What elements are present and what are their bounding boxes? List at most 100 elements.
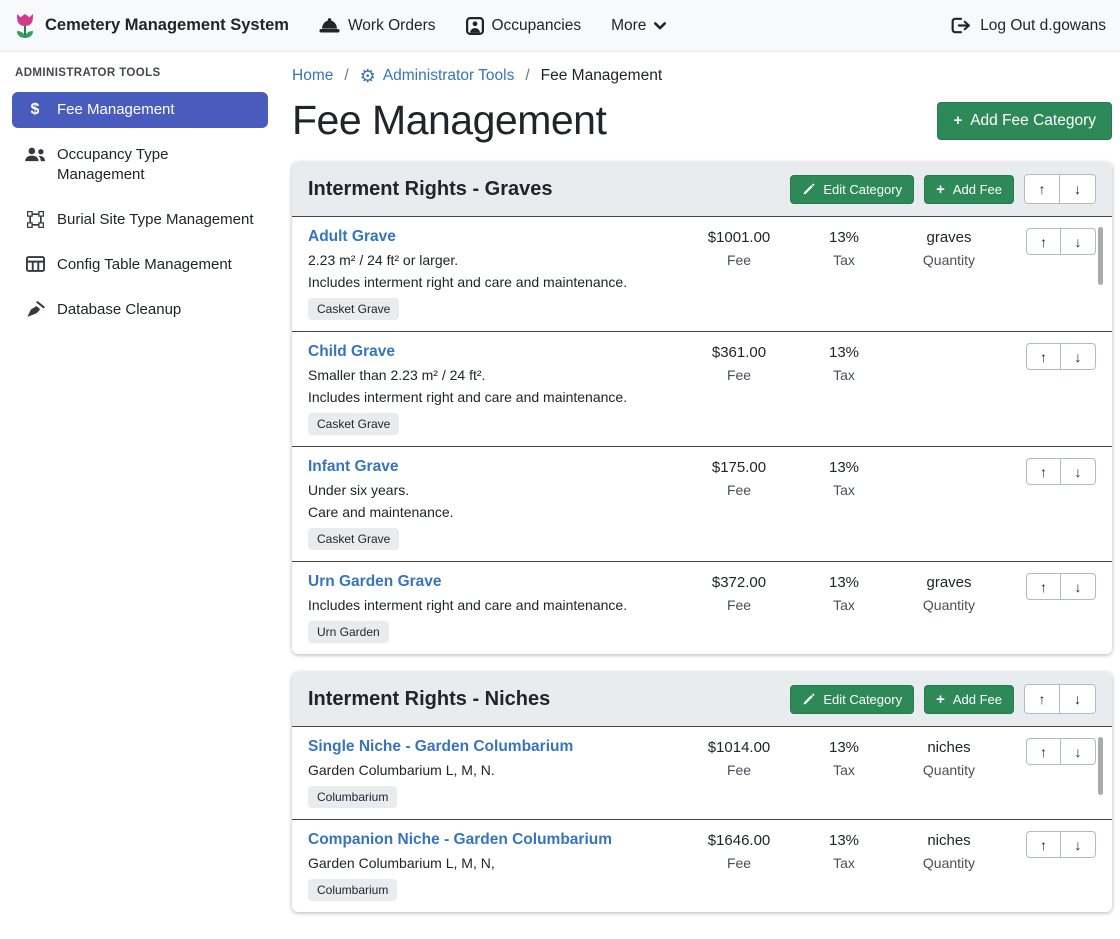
app-brand-link[interactable]: Cemetery Management System: [14, 13, 289, 39]
tax-value: 13%: [829, 832, 859, 849]
arrow-down-icon: ↓: [1075, 234, 1082, 250]
category-reorder-buttons: ↑ ↓: [1024, 684, 1096, 714]
scrollbar-thumb[interactable]: [1098, 737, 1103, 795]
page-title: Fee Management: [292, 97, 606, 144]
fee-name-link[interactable]: Companion Niche - Garden Columbarium: [308, 831, 612, 849]
fee-amount: $1014.00: [708, 739, 771, 756]
gear-icon: ⚙: [360, 67, 376, 85]
fee-label: Fee: [727, 482, 751, 498]
fee-category-card: Interment Rights - Niches Edit Category …: [292, 672, 1112, 912]
move-fee-up-button[interactable]: ↑: [1026, 343, 1061, 370]
move-fee-up-button[interactable]: ↑: [1026, 738, 1061, 765]
quantity-value: graves: [926, 229, 971, 246]
nav-occupancies[interactable]: Occupancies: [466, 17, 582, 35]
fee-amount: $175.00: [712, 459, 766, 476]
arrow-up-icon: ↑: [1040, 464, 1047, 480]
sidebar-heading: ADMINISTRATOR TOOLS: [15, 67, 268, 79]
arrow-up-icon: ↑: [1039, 691, 1046, 707]
tax-label: Tax: [833, 252, 855, 268]
arrow-down-icon: ↓: [1075, 837, 1082, 853]
arrow-down-icon: ↓: [1074, 181, 1081, 197]
category-reorder-buttons: ↑ ↓: [1024, 174, 1096, 204]
add-fee-button[interactable]: + Add Fee: [924, 685, 1014, 714]
move-category-down-button[interactable]: ↓: [1060, 174, 1096, 204]
breadcrumb: Home / ⚙ Administrator Tools / Fee Manag…: [292, 62, 1112, 85]
pencil-icon: [802, 693, 815, 706]
move-fee-down-button[interactable]: ↓: [1061, 458, 1096, 485]
nav-more-dropdown[interactable]: More: [611, 17, 666, 35]
arrow-down-icon: ↓: [1074, 691, 1081, 707]
move-fee-down-button[interactable]: ↓: [1061, 228, 1096, 255]
sidebar-item-label: Occupancy Type Management: [57, 145, 256, 185]
move-category-up-button[interactable]: ↑: [1024, 684, 1060, 714]
sidebar-item-burial-site-type-management[interactable]: Burial Site Type Management: [12, 202, 268, 238]
fee-type-badge: Urn Garden: [308, 621, 389, 643]
fee-name-link[interactable]: Urn Garden Grave: [308, 573, 442, 591]
fee-description: Includes interment right and care and ma…: [308, 597, 684, 613]
tax-label: Tax: [833, 597, 855, 613]
move-fee-up-button[interactable]: ↑: [1026, 573, 1061, 600]
move-fee-up-button[interactable]: ↑: [1026, 228, 1061, 255]
category-title: Interment Rights - Graves: [308, 178, 790, 201]
quantity-label: Quantity: [923, 855, 975, 871]
move-fee-down-button[interactable]: ↓: [1061, 831, 1096, 858]
edit-category-button[interactable]: Edit Category: [790, 175, 914, 204]
quantity-value: graves: [926, 574, 971, 591]
logout-link[interactable]: Log Out d.gowans: [951, 17, 1106, 35]
fee-reorder-buttons: ↑ ↓: [1026, 458, 1096, 485]
sidebar-item-database-cleanup[interactable]: Database Cleanup: [12, 292, 268, 328]
fee-amount: $361.00: [712, 344, 766, 361]
people-icon: [24, 146, 46, 163]
nav-more-label: More: [611, 17, 646, 35]
fee-description: Under six years.: [308, 482, 684, 498]
move-fee-up-button[interactable]: ↑: [1026, 458, 1061, 485]
move-fee-down-button[interactable]: ↓: [1061, 738, 1096, 765]
chevron-down-icon: [654, 22, 666, 30]
quantity-value: niches: [927, 832, 970, 849]
nav-work-orders[interactable]: Work Orders: [319, 17, 436, 35]
fee-type-badge: Columbarium: [308, 786, 397, 808]
fee-amount: $1001.00: [708, 229, 771, 246]
hard-hat-icon: [319, 17, 340, 34]
fee-name-link[interactable]: Adult Grave: [308, 228, 396, 246]
fee-list: Adult Grave 2.23 m² / 24 ft² or larger. …: [292, 217, 1112, 654]
fee-row: Adult Grave 2.23 m² / 24 ft² or larger. …: [292, 217, 1112, 331]
sidebar-item-occupancy-type-management[interactable]: Occupancy Type Management: [12, 137, 268, 193]
breadcrumb-home-link[interactable]: Home: [292, 67, 333, 85]
sidebar-item-fee-management[interactable]: $ Fee Management: [12, 92, 268, 128]
fee-name-link[interactable]: Single Niche - Garden Columbarium: [308, 738, 573, 756]
fee-row: Single Niche - Garden Columbarium Garden…: [292, 727, 1112, 819]
move-fee-down-button[interactable]: ↓: [1061, 573, 1096, 600]
plus-icon: +: [953, 113, 962, 128]
sidebar-item-label: Burial Site Type Management: [57, 210, 254, 230]
main-content: Home / ⚙ Administrator Tools / Fee Manag…: [280, 52, 1120, 939]
scrollbar-thumb[interactable]: [1098, 227, 1103, 285]
fee-description: Garden Columbarium L, M, N,: [308, 855, 684, 871]
add-fee-category-button[interactable]: + Add Fee Category: [937, 102, 1112, 140]
move-category-down-button[interactable]: ↓: [1060, 684, 1096, 714]
arrow-down-icon: ↓: [1075, 744, 1082, 760]
tax-label: Tax: [833, 762, 855, 778]
breadcrumb-admin-tools-link[interactable]: ⚙ Administrator Tools: [360, 67, 515, 85]
fee-type-badge: Casket Grave: [308, 528, 399, 550]
vector-square-icon: [24, 211, 46, 228]
arrow-up-icon: ↑: [1040, 744, 1047, 760]
fee-label: Fee: [727, 855, 751, 871]
fee-name-link[interactable]: Child Grave: [308, 343, 395, 361]
fee-label: Fee: [727, 762, 751, 778]
move-fee-down-button[interactable]: ↓: [1061, 343, 1096, 370]
arrow-down-icon: ↓: [1075, 579, 1082, 595]
move-category-up-button[interactable]: ↑: [1024, 174, 1060, 204]
tax-label: Tax: [833, 482, 855, 498]
fee-list: Single Niche - Garden Columbarium Garden…: [292, 727, 1112, 912]
fee-row: Child Grave Smaller than 2.23 m² / 24 ft…: [292, 331, 1112, 446]
fee-name-link[interactable]: Infant Grave: [308, 458, 398, 476]
add-fee-button[interactable]: + Add Fee: [924, 175, 1014, 204]
edit-category-button[interactable]: Edit Category: [790, 685, 914, 714]
dollar-icon: $: [24, 101, 46, 119]
pencil-icon: [802, 183, 815, 196]
fee-reorder-buttons: ↑ ↓: [1026, 831, 1096, 858]
fee-type-badge: Columbarium: [308, 879, 397, 901]
move-fee-up-button[interactable]: ↑: [1026, 831, 1061, 858]
sidebar-item-config-table-management[interactable]: Config Table Management: [12, 247, 268, 283]
